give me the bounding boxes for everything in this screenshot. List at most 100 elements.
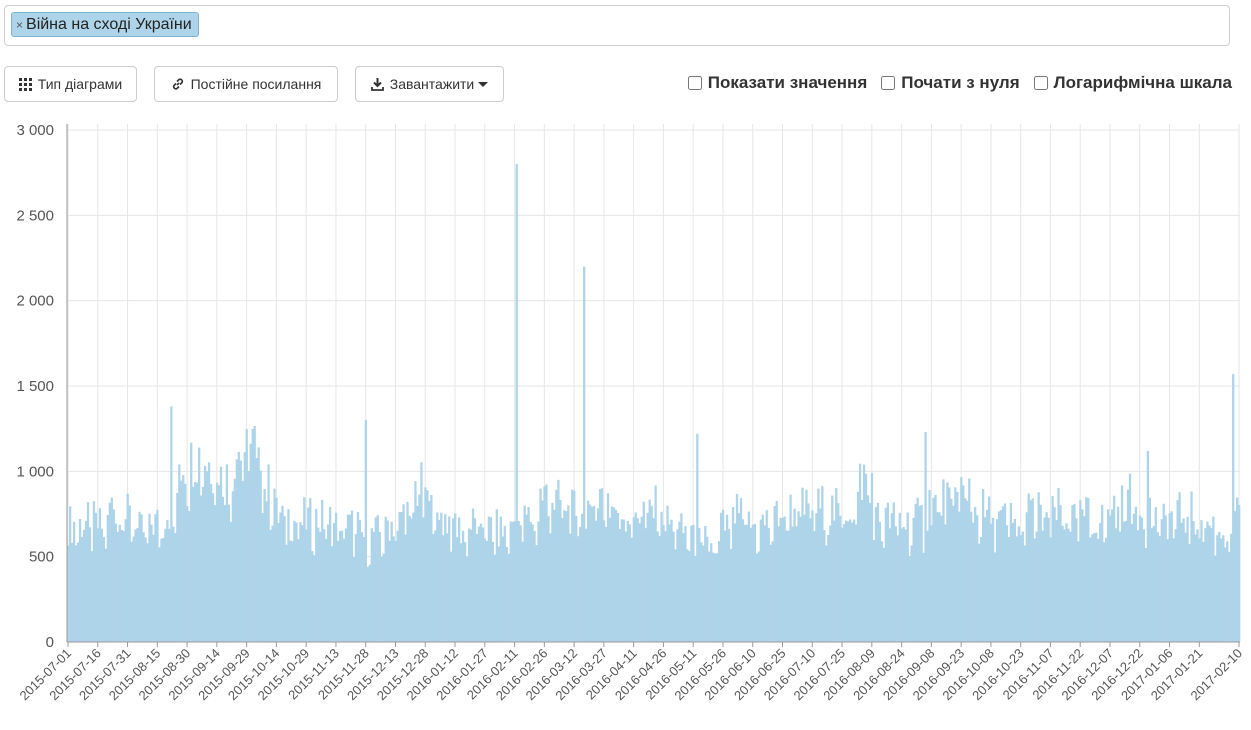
bar — [485, 540, 489, 642]
bar — [981, 489, 985, 642]
bar — [205, 471, 209, 642]
bar — [1134, 506, 1138, 642]
bar — [344, 528, 348, 642]
bar — [587, 500, 590, 642]
bar — [1152, 526, 1155, 642]
bar — [553, 509, 556, 642]
bar — [271, 525, 274, 642]
bar — [1158, 536, 1161, 642]
bar — [900, 528, 903, 642]
bar — [432, 534, 435, 642]
bar — [630, 537, 633, 642]
bar — [1011, 522, 1015, 642]
bar — [841, 527, 844, 642]
bar — [110, 497, 113, 642]
bar — [241, 480, 244, 642]
bar — [636, 518, 639, 642]
bar — [573, 490, 576, 642]
bar — [299, 522, 302, 642]
bar — [575, 515, 578, 642]
bar — [694, 555, 697, 642]
bar — [644, 528, 647, 642]
bar — [906, 512, 909, 642]
bar — [567, 505, 570, 642]
bar — [1164, 515, 1167, 642]
bar — [90, 551, 94, 642]
bar — [190, 442, 193, 642]
bar — [585, 528, 588, 642]
bar-chart: 05001 0001 5002 0002 5003 0002015-07-012… — [16, 122, 1245, 703]
bar — [384, 516, 387, 642]
bar — [690, 525, 693, 642]
bar — [70, 543, 74, 642]
bar — [908, 556, 911, 642]
bar — [305, 529, 308, 642]
y-tick-label: 1 000 — [16, 463, 54, 480]
bar — [983, 517, 987, 642]
bar — [370, 528, 373, 642]
bar — [1156, 532, 1159, 642]
bar — [1182, 518, 1185, 642]
bar — [997, 511, 1001, 642]
bar — [92, 501, 96, 642]
bar — [795, 526, 798, 642]
bar — [303, 497, 306, 642]
bar — [813, 531, 816, 642]
bar — [398, 511, 401, 642]
bar — [408, 515, 411, 642]
bar — [450, 551, 453, 642]
bar — [670, 519, 673, 642]
bar — [313, 555, 316, 642]
bar — [700, 542, 703, 642]
bar — [346, 514, 350, 642]
bar — [706, 536, 709, 642]
bar — [1204, 528, 1207, 642]
bar — [757, 551, 760, 642]
bar — [503, 526, 506, 642]
bar — [323, 529, 326, 642]
bar — [924, 432, 927, 642]
bar — [511, 521, 514, 642]
bar — [976, 515, 979, 642]
bar — [1071, 505, 1074, 642]
bar — [952, 505, 955, 642]
bar — [920, 504, 923, 642]
bar — [620, 519, 624, 642]
bar — [388, 540, 391, 642]
bar — [598, 489, 602, 642]
bar — [773, 505, 776, 642]
bar — [1236, 497, 1239, 642]
bar — [888, 528, 891, 642]
bar — [1162, 503, 1165, 642]
bar — [1132, 513, 1136, 642]
bar — [535, 545, 538, 642]
bar — [1206, 521, 1209, 642]
bar — [727, 528, 731, 642]
bar — [608, 517, 612, 642]
bar — [265, 501, 268, 642]
bar — [434, 530, 437, 642]
bar — [446, 533, 449, 642]
bar — [227, 504, 231, 642]
bar — [281, 505, 284, 642]
bar — [150, 524, 153, 642]
bar — [634, 512, 637, 642]
bar — [158, 547, 161, 642]
bar — [217, 485, 221, 642]
bar — [74, 545, 78, 642]
bar — [628, 524, 631, 642]
bar — [579, 526, 582, 642]
bar — [86, 502, 90, 642]
bar — [1103, 542, 1106, 642]
bar — [495, 509, 498, 642]
bar — [854, 524, 858, 642]
bar — [771, 541, 774, 642]
bar — [263, 488, 266, 642]
bar — [1053, 507, 1056, 642]
bar — [954, 487, 957, 642]
y-tick-label: 2 500 — [16, 207, 54, 224]
bar — [551, 502, 554, 642]
bar — [279, 512, 282, 642]
bar — [676, 529, 679, 642]
bar — [186, 506, 189, 642]
